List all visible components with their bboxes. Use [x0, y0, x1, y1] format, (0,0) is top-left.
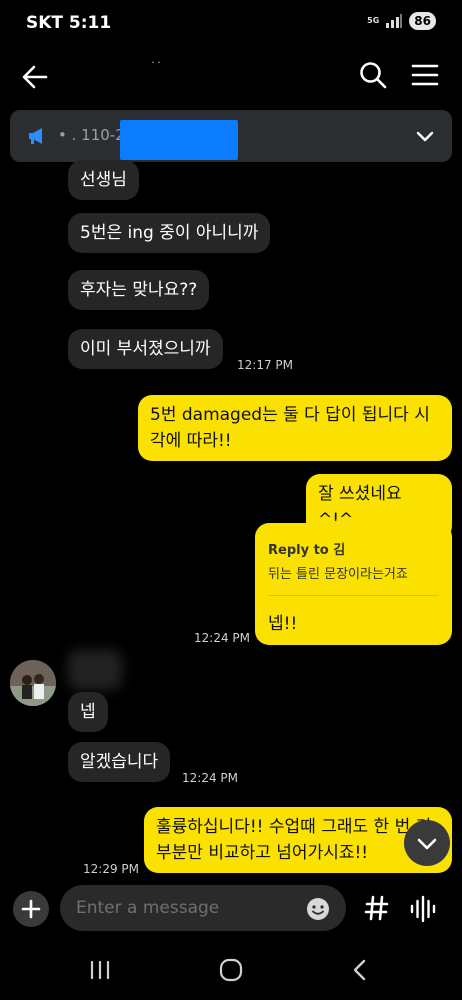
message-time: 12:24 PM [194, 631, 250, 645]
chat-title: ˙˙ [150, 60, 162, 74]
avatar[interactable] [10, 660, 56, 706]
message-bubble-incoming[interactable]: 넵 [68, 692, 108, 732]
hash-icon[interactable] [362, 892, 392, 924]
message-composer [0, 880, 462, 938]
system-nav-bar [0, 938, 462, 1000]
network-type: 5G [367, 16, 380, 25]
reply-quote: 뒤는 틀린 문장이라는거죠 [268, 567, 408, 582]
message-time: 12:29 PM [83, 862, 139, 876]
chevron-down-icon[interactable] [414, 125, 436, 147]
message-bubble-incoming[interactable]: 5번은 ing 중이 아니니까 [68, 213, 271, 253]
reply-message-bubble[interactable]: Reply to 김 뒤는 틀린 문장이라는거죠 넵!! [255, 523, 452, 645]
nav-back-icon[interactable] [350, 958, 370, 982]
voice-wave-icon[interactable] [408, 894, 438, 924]
signal-icon [386, 14, 403, 28]
battery-badge: 86 [409, 12, 436, 30]
message-bubble-incoming[interactable]: 이미 부서졌으니까 [68, 329, 223, 369]
attach-button[interactable] [13, 891, 49, 927]
chat-header: ˙˙ [0, 48, 462, 104]
redaction-mark [120, 120, 238, 160]
message-bubble-incoming[interactable]: 알겠습니다 [68, 742, 171, 782]
message-input[interactable] [60, 885, 346, 931]
megaphone-icon [29, 128, 42, 144]
chevron-down-icon [417, 838, 437, 850]
scroll-to-bottom-button[interactable] [404, 820, 450, 866]
reply-label: Reply to 김 [268, 543, 346, 558]
reply-divider [268, 595, 439, 596]
status-icons: 5G 86 [367, 12, 436, 30]
message-bubble-outgoing[interactable]: 5번 damaged는 둘 다 답이 됩니다 시각에 따라!! [138, 395, 452, 461]
avatar-photo [10, 660, 56, 706]
message-time: 12:17 PM [237, 358, 293, 372]
reply-text: 넵!! [268, 614, 298, 634]
arrow-left-icon[interactable] [18, 60, 52, 94]
carrier-time: SKT 5:11 [26, 13, 112, 33]
status-bar: SKT 5:11 5G 86 [0, 0, 462, 46]
message-bubble-incoming[interactable]: 선생님 [68, 160, 139, 200]
emoji-icon[interactable] [305, 896, 331, 922]
notice-banner[interactable]: • . 110-2••• 2009 • [10, 110, 452, 162]
hamburger-menu-icon[interactable] [408, 60, 442, 90]
search-icon[interactable] [358, 60, 388, 90]
recent-apps-icon[interactable] [88, 960, 112, 980]
plus-icon [21, 899, 41, 919]
sender-name-redacted [68, 650, 122, 690]
message-time: 12:24 PM [182, 771, 238, 785]
home-icon[interactable] [219, 958, 243, 982]
message-bubble-incoming[interactable]: 후자는 맞나요?? [68, 270, 210, 310]
